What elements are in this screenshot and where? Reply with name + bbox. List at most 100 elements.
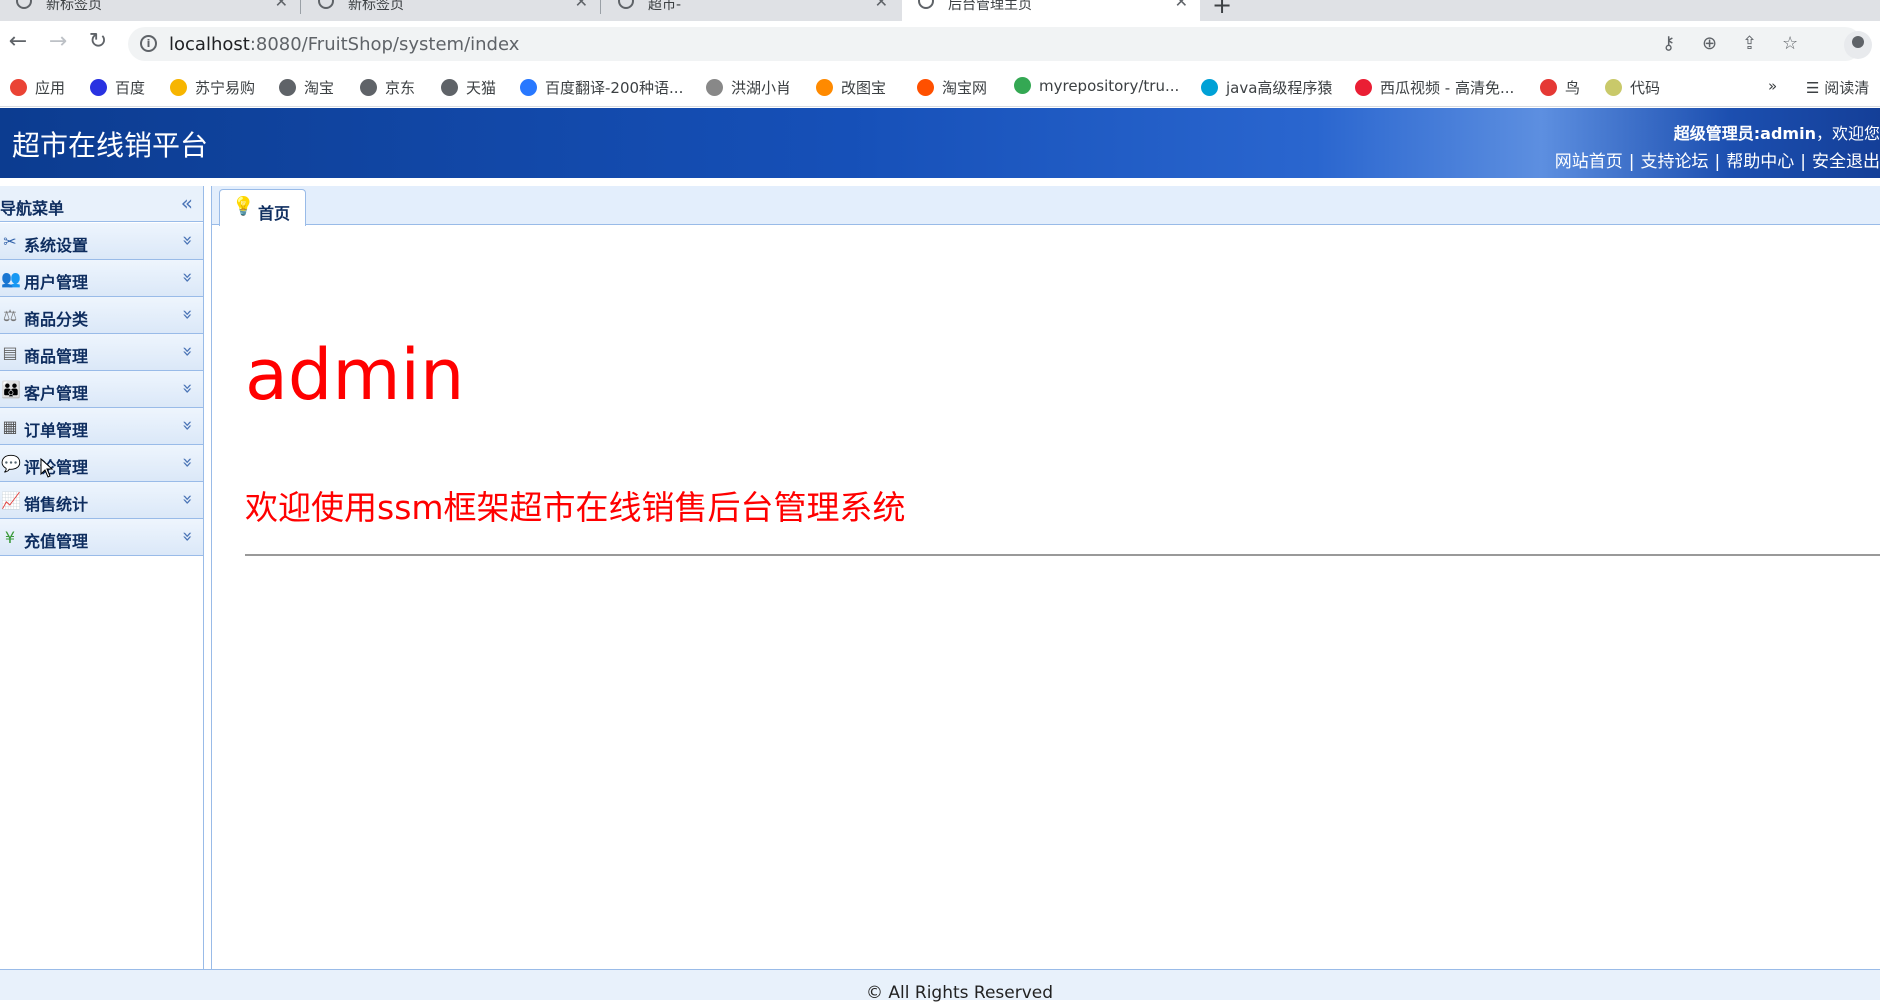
bookmark-label: 百度翻译-200种语...: [545, 79, 684, 97]
bookmark-label: 西瓜视频 - 高清免...: [1380, 79, 1515, 97]
browser-tab[interactable]: 超市- ✕: [602, 0, 900, 21]
content-divider: [245, 554, 1880, 556]
chart-icon: 📈: [1, 491, 21, 510]
collapse-double-left-icon[interactable]: «: [181, 191, 193, 215]
expand-double-down-icon[interactable]: »: [177, 235, 198, 246]
sidebar-item-label: 评论管理: [24, 458, 89, 477]
bookmark-item[interactable]: 百度翻译-200种语...: [520, 77, 683, 98]
sidebar-item[interactable]: ✂ 系统设置 »: [0, 223, 203, 260]
expand-double-down-icon[interactable]: »: [177, 309, 198, 320]
reload-icon[interactable]: ↻: [86, 30, 110, 54]
bookmark-item[interactable]: 淘宝: [279, 77, 334, 98]
expand-double-down-icon[interactable]: »: [177, 457, 198, 468]
reading-list-icon: ☰: [1806, 79, 1825, 97]
bookmark-label: 京东: [385, 79, 416, 97]
header-links: 网站首页 | 支持论坛 | 帮助中心 | 安全退出: [1555, 147, 1880, 172]
translate-icon: [520, 79, 537, 96]
star-icon[interactable]: ☆: [1782, 33, 1798, 54]
sidebar-item[interactable]: ▦ 订单管理 »: [0, 408, 203, 445]
link-logout[interactable]: 安全退出: [1812, 152, 1880, 172]
bookmark-item[interactable]: 西瓜视频 - 高清免...: [1355, 77, 1514, 98]
nav-sidebar: 导航菜单 « ✂ 系统设置 » 👥 用户管理 » ⚖ 商品分类 » ▤ 商品管理 » 👪 客户管理 » ▦ 订单…: [0, 186, 204, 969]
forward-arrow-icon[interactable]: →: [46, 30, 70, 54]
bookmark-label: 百度: [115, 79, 146, 97]
expand-double-down-icon[interactable]: »: [177, 420, 198, 431]
app-header: 超市在线销平台 超级管理员:admin，欢迎您 网站首页 | 支持论坛 | 帮助中心 | 安…: [0, 108, 1880, 178]
bookmark-item[interactable]: 鸟: [1540, 77, 1580, 98]
address-bar[interactable]: i localhost:8080/FruitShop/system/index …: [128, 27, 1872, 61]
back-arrow-icon[interactable]: ←: [6, 30, 30, 54]
close-icon[interactable]: ✕: [275, 0, 288, 11]
new-tab-button[interactable]: +: [1212, 0, 1232, 19]
expand-double-down-icon[interactable]: »: [177, 494, 198, 505]
sidebar-item[interactable]: ⚖ 商品分类 »: [0, 297, 203, 334]
tab-separator: [300, 0, 301, 14]
tab-home[interactable]: 💡 首页: [219, 189, 306, 226]
users-icon: 👥: [1, 269, 21, 288]
browser-tab-title: 超市-: [648, 0, 682, 13]
bookmark-item[interactable]: 天猫: [441, 77, 496, 98]
bookmark-item[interactable]: 淘宝网: [917, 77, 987, 98]
close-icon[interactable]: ✕: [575, 0, 588, 11]
sidebar-header: 导航菜单 «: [0, 186, 203, 222]
sidebar-item-label: 充值管理: [24, 532, 89, 551]
bookmark-item[interactable]: 苏宁易购: [170, 77, 255, 98]
expand-double-down-icon[interactable]: »: [177, 346, 198, 357]
globe-icon: [441, 79, 458, 96]
reading-list-button[interactable]: ☰ 阅读清: [1806, 77, 1869, 98]
sidebar-item[interactable]: ▤ 商品管理 »: [0, 334, 203, 371]
sidebar-item[interactable]: 📈 销售统计 »: [0, 482, 203, 519]
link-separator: |: [1800, 152, 1806, 172]
globe-icon: [618, 0, 634, 9]
bookmark-label: 代码: [1630, 79, 1661, 97]
browser-tab[interactable]: 新标签页 ✕: [302, 0, 600, 21]
bilibili-icon: [1201, 79, 1218, 96]
profile-avatar-icon[interactable]: [1844, 31, 1872, 59]
link-site-home[interactable]: 网站首页: [1555, 152, 1623, 172]
link-help-center[interactable]: 帮助中心: [1726, 152, 1794, 172]
expand-double-down-icon[interactable]: »: [177, 531, 198, 542]
sidebar-item-label: 销售统计: [24, 495, 89, 514]
bookmark-item[interactable]: 代码: [1605, 77, 1660, 98]
browser-tab-active[interactable]: 后台管理主页 ✕: [902, 0, 1200, 21]
browser-tab[interactable]: 新标签页 ✕: [0, 0, 300, 21]
key-icon[interactable]: ⚷: [1662, 33, 1675, 54]
bookmarks-overflow-button[interactable]: »: [1768, 77, 1777, 95]
close-icon[interactable]: ✕: [1175, 0, 1188, 11]
zoom-icon[interactable]: ⊕: [1702, 33, 1717, 54]
link-support-forum[interactable]: 支持论坛: [1641, 152, 1709, 172]
share-icon[interactable]: ⇪: [1742, 33, 1757, 54]
bookmark-item[interactable]: 百度: [90, 77, 145, 98]
apps-grid-icon: [10, 79, 27, 96]
bookmark-item[interactable]: myrepository/tru...: [1014, 77, 1179, 95]
expand-double-down-icon[interactable]: »: [177, 272, 198, 283]
expand-double-down-icon[interactable]: »: [177, 383, 198, 394]
bookmark-item[interactable]: java高级程序猿: [1201, 77, 1332, 98]
globe-icon: [318, 0, 334, 9]
bookmark-label: 应用: [35, 79, 66, 97]
bookmark-item[interactable]: 改图宝: [816, 77, 886, 98]
bookmark-label: myrepository/tru...: [1039, 77, 1180, 95]
info-icon[interactable]: i: [140, 35, 157, 52]
bookmark-item[interactable]: 洪湖小肖: [706, 77, 791, 98]
bookmark-item[interactable]: 京东: [360, 77, 415, 98]
globe-icon: [360, 79, 377, 96]
comment-icon: 💬: [1, 454, 21, 473]
welcome-username: admin: [245, 334, 465, 416]
sidebar-item[interactable]: 👪 客户管理 »: [0, 371, 203, 408]
copyright-text: © All Rights Reserved: [866, 983, 1054, 1003]
close-icon[interactable]: ✕: [875, 0, 888, 11]
goods-icon: ▤: [2, 343, 18, 362]
browser-tab-title: 后台管理主页: [948, 0, 1032, 13]
bookmark-item[interactable]: 应用: [10, 77, 65, 98]
bookmark-label: 洪湖小肖: [731, 79, 792, 97]
main-panel: 💡 首页 admin 欢迎使用ssm框架超市在线销售后台管理系统: [211, 186, 1880, 969]
bookmark-label: 改图宝: [841, 79, 887, 97]
suning-icon: [170, 79, 187, 96]
sidebar-item[interactable]: 💬 评论管理 »: [0, 445, 203, 482]
user-role-name: 超级管理员:admin: [1673, 124, 1816, 143]
sidebar-item[interactable]: 👥 用户管理 »: [0, 260, 203, 297]
sidebar-item[interactable]: ¥ 充值管理 »: [0, 519, 203, 556]
baidu-paw-icon: [90, 79, 107, 96]
mouse-pointer-icon: [40, 458, 54, 478]
